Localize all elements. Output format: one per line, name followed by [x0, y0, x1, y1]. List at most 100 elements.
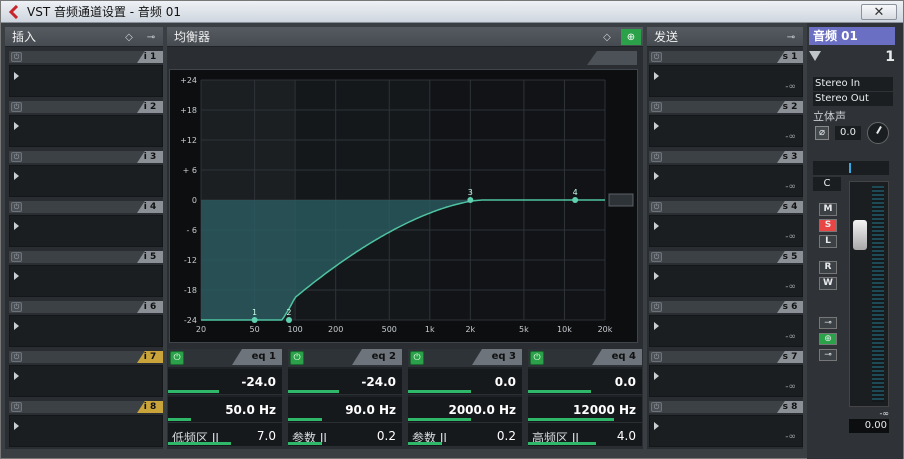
expand-arrow-icon[interactable] — [14, 172, 19, 180]
q-field[interactable]: 参数 II 0.2 — [288, 423, 402, 447]
power-icon[interactable]: ⏻ — [11, 352, 22, 362]
send-destination-selector[interactable]: -∞ — [649, 265, 803, 297]
send-slot[interactable]: ⏻ s 2 -∞ — [649, 101, 803, 149]
eq-point-2[interactable] — [285, 317, 292, 323]
insert-slot[interactable]: ⏻ i 8 — [9, 401, 163, 449]
input-routing[interactable]: Stereo In — [813, 77, 893, 91]
power-icon[interactable]: ⏻ — [651, 202, 662, 212]
write-button[interactable]: W — [819, 277, 837, 290]
volume-value[interactable]: 0.00 — [849, 419, 889, 433]
fader-track[interactable] — [849, 181, 889, 407]
frequency-field[interactable]: 90.0 Hz — [288, 397, 402, 423]
gain-field[interactable]: -24.0 — [288, 369, 402, 395]
power-icon[interactable]: ⏻ — [11, 102, 22, 112]
power-icon[interactable]: ⏻ — [11, 302, 22, 312]
insert-slot[interactable]: ⏻ i 5 — [9, 251, 163, 299]
listen-button[interactable]: L — [819, 235, 837, 248]
send-destination-selector[interactable]: -∞ — [649, 65, 803, 97]
power-icon[interactable]: ⏻ — [11, 52, 22, 62]
expand-arrow-icon[interactable] — [14, 422, 19, 430]
expand-arrow-icon[interactable] — [14, 72, 19, 80]
insert-plugin-selector[interactable] — [9, 415, 163, 447]
insert-plugin-selector[interactable] — [9, 65, 163, 97]
band-power-icon[interactable]: ⏻ — [290, 351, 304, 365]
send-destination-selector[interactable]: -∞ — [649, 115, 803, 147]
expand-arrow-icon[interactable] — [654, 422, 659, 430]
eq-point-3[interactable] — [467, 197, 474, 203]
eq-curve-display[interactable]: +24 +18 +12 + 6 0 - 6 -12 -18 -24 20 50 100 200 500 1k… — [169, 69, 638, 343]
q-field[interactable]: 参数 II 0.2 — [408, 423, 522, 447]
eq-bypass-diamond-icon[interactable]: ◇ — [597, 29, 617, 45]
expand-arrow-icon[interactable] — [654, 222, 659, 230]
send-slot[interactable]: ⏻ s 6 -∞ — [649, 301, 803, 349]
insert-slot[interactable]: ⏻ i 7 — [9, 351, 163, 399]
insert-slot[interactable]: ⏻ i 6 — [9, 301, 163, 349]
eq-reset-button[interactable] — [608, 193, 634, 207]
insert-slot[interactable]: ⏻ i 3 — [9, 151, 163, 199]
output-routing[interactable]: Stereo Out — [813, 92, 893, 106]
eq-bypass-icon[interactable]: ⊕ — [819, 333, 837, 345]
insert-slot[interactable]: ⏻ i 2 — [9, 101, 163, 149]
send-slot[interactable]: ⏻ s 5 -∞ — [649, 251, 803, 299]
send-destination-selector[interactable]: -∞ — [649, 165, 803, 197]
power-icon[interactable]: ⏻ — [11, 202, 22, 212]
expand-arrow-icon[interactable] — [14, 322, 19, 330]
insert-plugin-selector[interactable] — [9, 265, 163, 297]
power-icon[interactable]: ⏻ — [651, 152, 662, 162]
insert-settings-icon[interactable]: ⊸ — [141, 29, 161, 45]
q-field[interactable]: 高频区 II 4.0 — [528, 423, 642, 447]
send-slot[interactable]: ⏻ s 3 -∞ — [649, 151, 803, 199]
close-button[interactable]: ✕ — [861, 4, 897, 20]
insert-slot[interactable]: ⏻ i 4 — [9, 201, 163, 249]
send-destination-selector[interactable]: -∞ — [649, 365, 803, 397]
expand-arrow-icon[interactable] — [654, 322, 659, 330]
frequency-field[interactable]: 2000.0 Hz — [408, 397, 522, 423]
channel-menu-icon[interactable] — [809, 51, 821, 61]
expand-arrow-icon[interactable] — [14, 122, 19, 130]
power-icon[interactable]: ⏻ — [11, 402, 22, 412]
frequency-field[interactable]: 12000 Hz — [528, 397, 642, 423]
power-icon[interactable]: ⏻ — [651, 402, 662, 412]
gain-field[interactable]: -24.0 — [168, 369, 282, 395]
power-icon[interactable]: ⏻ — [11, 252, 22, 262]
sends-bypass-icon[interactable] — [759, 29, 779, 45]
insert-plugin-selector[interactable] — [9, 365, 163, 397]
power-icon[interactable]: ⏻ — [651, 52, 662, 62]
power-icon[interactable]: ⏻ — [11, 152, 22, 162]
solo-button[interactable]: S — [819, 219, 837, 232]
send-destination-selector[interactable]: -∞ — [649, 415, 803, 447]
insert-plugin-selector[interactable] — [9, 115, 163, 147]
gain-knob-icon[interactable] — [867, 122, 889, 144]
expand-arrow-icon[interactable] — [654, 372, 659, 380]
mute-button[interactable]: M — [819, 203, 837, 216]
power-icon[interactable]: ⏻ — [651, 102, 662, 112]
band-power-icon[interactable]: ⏻ — [410, 351, 424, 365]
input-gain-value[interactable]: 0.0 — [835, 126, 861, 140]
power-icon[interactable]: ⏻ — [651, 302, 662, 312]
send-slot[interactable]: ⏻ s 7 -∞ — [649, 351, 803, 399]
bypass-diamond-icon[interactable]: ◇ — [119, 29, 139, 45]
send-bypass-icon[interactable]: ⊸ — [819, 349, 837, 361]
send-destination-selector[interactable]: -∞ — [649, 315, 803, 347]
band-power-icon[interactable]: ⏻ — [170, 351, 184, 365]
volume-fader-handle[interactable] — [853, 220, 867, 250]
send-slot[interactable]: ⏻ s 1 -∞ — [649, 51, 803, 99]
power-icon[interactable]: ⏻ — [651, 252, 662, 262]
band-power-icon[interactable]: ⏻ — [530, 351, 544, 365]
insert-plugin-selector[interactable] — [9, 165, 163, 197]
expand-arrow-icon[interactable] — [654, 172, 659, 180]
read-button[interactable]: R — [819, 261, 837, 274]
insert-plugin-selector[interactable] — [9, 315, 163, 347]
sends-settings-icon[interactable]: ⊸ — [781, 29, 801, 45]
send-destination-selector[interactable]: -∞ — [649, 215, 803, 247]
expand-arrow-icon[interactable] — [654, 72, 659, 80]
q-field[interactable]: 低频区 II 7.0 — [168, 423, 282, 447]
expand-arrow-icon[interactable] — [654, 272, 659, 280]
insert-bypass-icon[interactable]: ⊸ — [819, 317, 837, 329]
expand-arrow-icon[interactable] — [14, 272, 19, 280]
send-slot[interactable]: ⏻ s 4 -∞ — [649, 201, 803, 249]
eq-enable-icon[interactable]: ⊕ — [621, 29, 641, 45]
gain-field[interactable]: 0.0 — [408, 369, 522, 395]
eq-point-1[interactable] — [251, 317, 258, 323]
channel-name[interactable]: 音频 01 — [809, 27, 895, 45]
